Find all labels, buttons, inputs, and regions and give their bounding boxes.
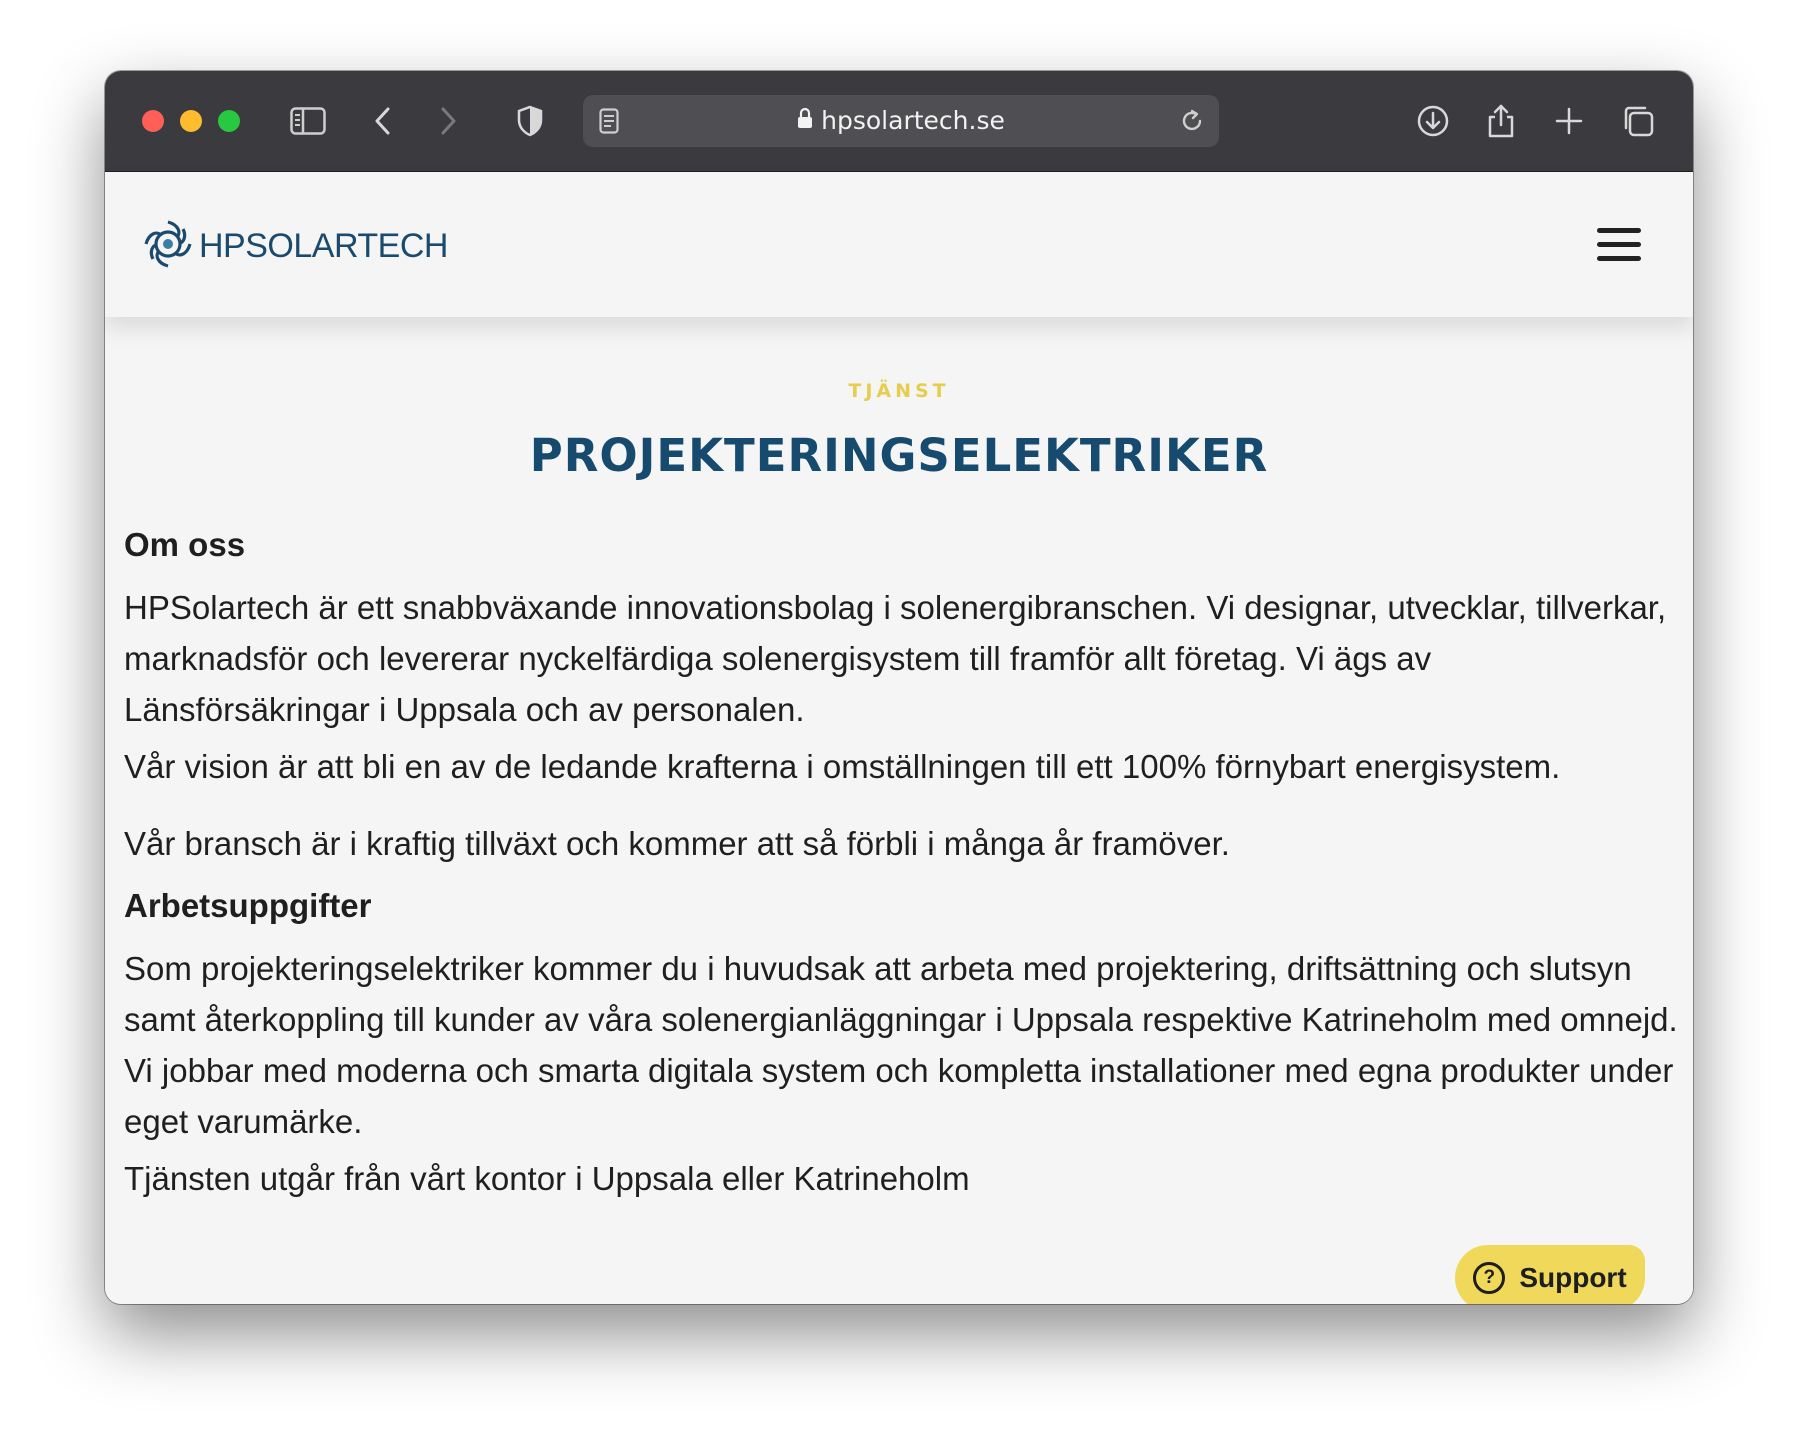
article-eyebrow: TJÄNST (848, 380, 950, 402)
paragraph-location: Tjänsten utgår från vårt kontor i Uppsal… (124, 1160, 970, 1197)
browser-toolbar: hpsolartech.se (105, 71, 1693, 172)
support-button[interactable]: ? Support (1455, 1245, 1645, 1304)
paragraph-tasks: Som projekteringselektriker kommer du i … (124, 950, 1678, 1140)
reload-icon[interactable] (1179, 108, 1205, 139)
share-icon[interactable] (1481, 103, 1521, 139)
back-arrow-icon[interactable] (363, 103, 403, 139)
sidebar-toggle-icon[interactable] (288, 103, 328, 139)
lock-icon (797, 95, 813, 147)
close-window-button[interactable] (142, 110, 164, 132)
address-bar[interactable]: hpsolartech.se (583, 95, 1219, 147)
web-page: HPSOLARTECH TJÄNST PROJEKTERINGSELEKTRIK… (105, 172, 1693, 1304)
site-logo[interactable]: HPSOLARTECH (141, 218, 448, 274)
section-heading-tasks: Arbetsuppgifter (124, 887, 372, 924)
new-tab-icon[interactable] (1549, 103, 1589, 139)
support-label: Support (1519, 1262, 1627, 1293)
browser-window: hpsolartech.se HPSOLARTECH TJÄNST PROJEK… (105, 71, 1693, 1304)
article-title: PROJEKTERINGSELEKTRIKER (529, 429, 1269, 482)
privacy-shield-icon[interactable] (510, 103, 550, 139)
logo-text: HPSOLARTECH (199, 226, 448, 265)
minimize-window-button[interactable] (180, 110, 202, 132)
url-text: hpsolartech.se (821, 106, 1005, 135)
paragraph-about: HPSolartech är ett snabbväxande innovati… (124, 589, 1667, 728)
section-heading-about: Om oss (124, 526, 246, 563)
zoom-window-button[interactable] (218, 110, 240, 132)
help-circle-icon: ? (1473, 1262, 1506, 1294)
solar-emblem-icon (141, 217, 195, 276)
menu-hamburger-icon[interactable] (1597, 228, 1641, 262)
downloads-icon[interactable] (1413, 103, 1453, 139)
paragraph-vision: Vår vision är att bli en av de ledande k… (124, 748, 1561, 785)
tab-overview-icon[interactable] (1618, 103, 1658, 139)
paragraph-industry: Vår bransch är i kraftig tillväxt och ko… (124, 825, 1230, 862)
forward-arrow-icon[interactable] (428, 103, 468, 139)
site-header: HPSOLARTECH (105, 172, 1693, 317)
